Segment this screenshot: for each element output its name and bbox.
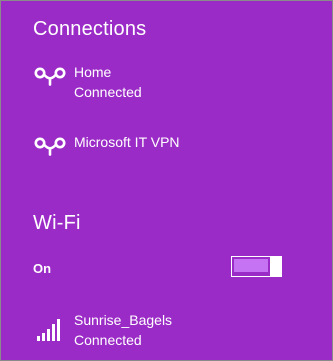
connection-name: Microsoft IT VPN — [74, 134, 180, 150]
network-flyout: Connections Home Connected Microsoft IT … — [0, 0, 333, 361]
toggle-fill — [234, 259, 268, 272]
wifi-signal-icon — [37, 319, 61, 341]
wifi-network-sunrise-bagels[interactable]: Sunrise_Bagels Connected — [33, 311, 313, 351]
wifi-network-status: Connected — [74, 332, 142, 348]
wifi-heading: Wi-Fi — [33, 212, 81, 234]
link-icon — [33, 65, 67, 87]
wifi-network-name: Sunrise_Bagels — [74, 312, 173, 328]
wifi-toggle-label: On — [33, 261, 52, 276]
connections-heading: Connections — [33, 18, 147, 40]
connection-item-home[interactable]: Home Connected — [33, 63, 313, 103]
connection-name: Home — [74, 64, 112, 80]
toggle-thumb[interactable] — [270, 256, 282, 277]
link-icon — [33, 135, 67, 157]
connection-status: Connected — [74, 84, 142, 100]
connection-item-microsoft-it-vpn[interactable]: Microsoft IT VPN — [33, 133, 313, 173]
wifi-toggle-switch[interactable] — [231, 256, 282, 277]
